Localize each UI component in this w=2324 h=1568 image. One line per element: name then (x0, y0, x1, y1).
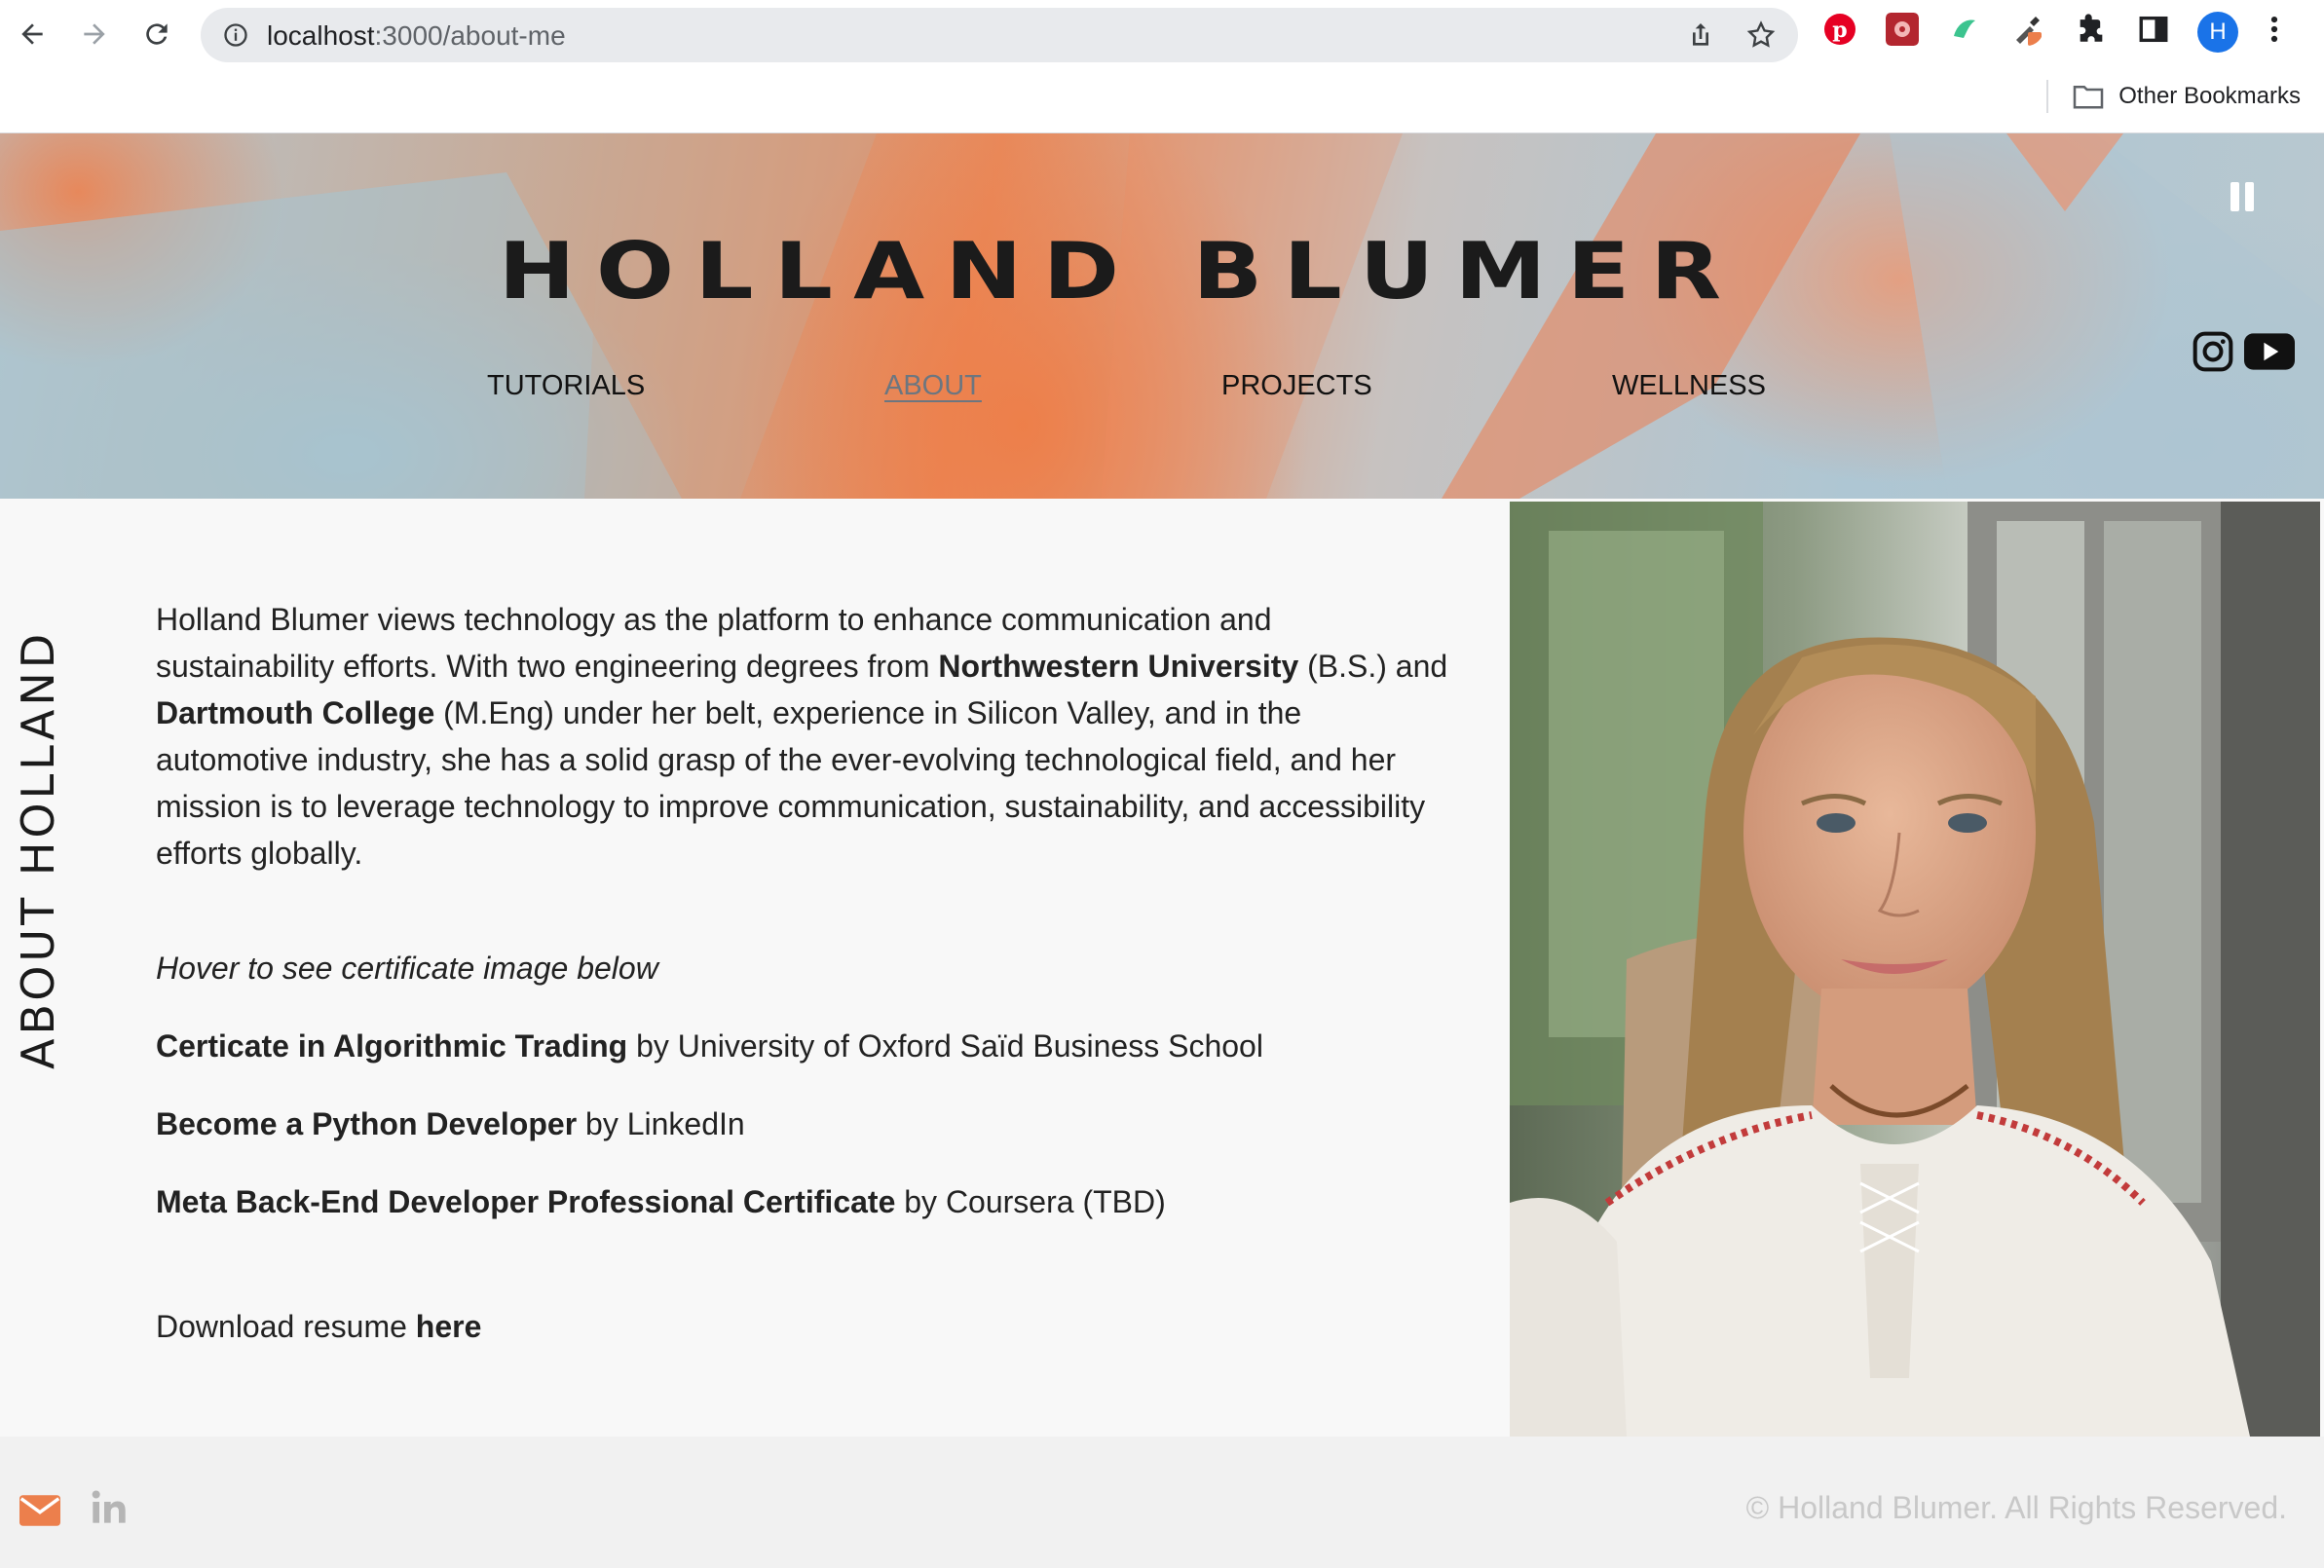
school-dartmouth: Dartmouth College (156, 695, 435, 730)
instagram-icon[interactable] (2192, 330, 2234, 373)
arrow-right-icon (84, 23, 105, 45)
linkedin-icon[interactable] (90, 1487, 129, 1526)
certificate-hover-hint: Hover to see certificate image below (156, 951, 658, 986)
side-panel-icon[interactable] (2137, 13, 2170, 46)
arrow-left-icon (21, 23, 43, 45)
info-icon[interactable] (222, 21, 249, 49)
social-links (2192, 330, 2295, 373)
resume-download: Download resume here (156, 1309, 482, 1344)
site-title[interactable]: HOLLAND BLUMER (0, 226, 2324, 317)
reload-icon (146, 23, 168, 45)
resume-download-link[interactable]: here (416, 1309, 482, 1344)
share-icon[interactable] (1685, 19, 1716, 51)
nav-projects[interactable]: PROJECTS (1221, 370, 1372, 402)
puzzle-extensions-icon[interactable] (2075, 13, 2108, 46)
bookmarks-bar: Other Bookmarks (2046, 80, 2301, 113)
school-northwestern: Northwestern University (938, 649, 1299, 684)
bird-extension-icon[interactable] (1948, 13, 1981, 46)
pause-animation-button[interactable] (2230, 182, 2256, 211)
flower-extension-icon[interactable] (1886, 13, 1919, 46)
bookmark-star-icon[interactable] (1745, 19, 1777, 51)
browser-chrome: localhost:3000/about-me p H Other Bookma… (0, 0, 2324, 133)
kebab-menu-icon[interactable] (2262, 13, 2287, 46)
url-text: localhost:3000/about-me (267, 20, 566, 51)
nav-about[interactable]: ABOUT (884, 370, 982, 402)
bookmarks-separator (2046, 80, 2049, 113)
youtube-icon[interactable] (2244, 332, 2295, 371)
email-icon[interactable] (19, 1495, 60, 1526)
certificate-item[interactable]: Meta Back-End Developer Professional Cer… (156, 1178, 1451, 1225)
copyright-text: © Holland Blumer. All Rights Reserved. (1745, 1490, 2287, 1525)
site-footer: © Holland Blumer. All Rights Reserved. (0, 1437, 2324, 1568)
reload-button[interactable] (134, 12, 179, 56)
about-content: Holland Blumer views technology as the p… (156, 596, 1451, 1350)
nav-tutorials[interactable]: TUTORIALS (487, 370, 645, 402)
about-section-vertical-title: ABOUT HOLLAND (12, 629, 64, 1069)
certificate-item[interactable]: Become a Python Developer by LinkedIn (156, 1101, 1451, 1147)
profile-avatar[interactable]: H (2197, 12, 2238, 53)
site-header: HOLLAND BLUMER TUTORIALS ABOUT PROJECTS … (0, 133, 2324, 499)
bio-paragraph: Holland Blumer views technology as the p… (156, 602, 1448, 871)
folder-icon (2074, 85, 2104, 109)
forward-button[interactable] (72, 12, 117, 56)
other-bookmarks-folder[interactable]: Other Bookmarks (2118, 83, 2301, 110)
portrait-photo (1510, 502, 2320, 1437)
eyedropper-extension-icon[interactable] (2010, 13, 2043, 46)
address-bar[interactable]: localhost:3000/about-me (201, 8, 1798, 62)
certificate-item[interactable]: Certicate in Algorithmic Trading by Univ… (156, 1023, 1451, 1069)
back-button[interactable] (10, 12, 55, 56)
nav-wellness[interactable]: WELLNESS (1612, 370, 1766, 402)
pinterest-extension-icon[interactable]: p (1823, 13, 1856, 46)
svg-text:p: p (1832, 18, 1847, 43)
